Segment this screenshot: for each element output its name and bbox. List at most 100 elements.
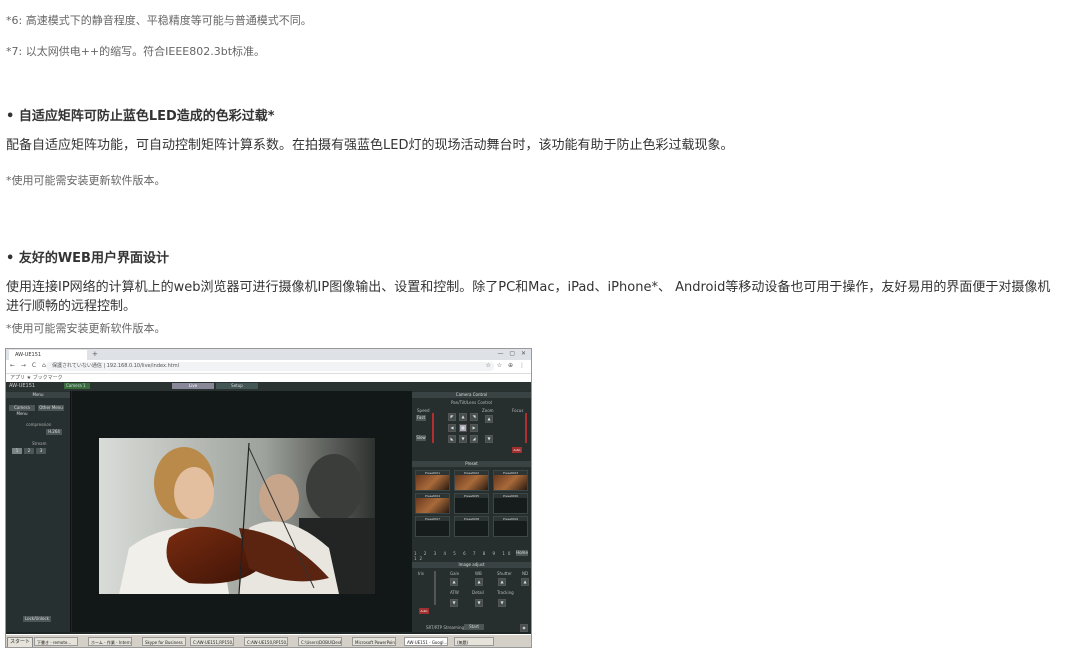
taskbar-item[interactable]: Microsoft PowerPoint...	[352, 637, 396, 646]
preset-6[interactable]: Preset006	[493, 493, 528, 514]
pan-down-button[interactable]: ▼	[459, 435, 467, 443]
zoom-in-button[interactable]: ▲	[485, 415, 493, 423]
section2-body: 使用连接IP网络的计算机上的web浏览器可进行摄像机IP图像输出、设置和控制。除…	[6, 280, 1051, 314]
wb-down-button[interactable]: ▼	[475, 599, 483, 607]
preset-3[interactable]: Preset003	[493, 470, 528, 491]
pan-up-left-button[interactable]: ◤	[448, 413, 456, 421]
browser-tab[interactable]: AW-UE151	[9, 350, 87, 360]
gain-down-button[interactable]: ▼	[450, 599, 458, 607]
preset-label: Preset007	[416, 517, 449, 521]
preset-thumbnail	[494, 475, 527, 490]
preset-4[interactable]: Preset004	[415, 493, 450, 514]
stream-1[interactable]: 1	[12, 448, 22, 454]
preset-thumbnail	[416, 475, 449, 490]
taskbar-item[interactable]: (無題)	[454, 637, 494, 646]
model-label: AW-UE151	[9, 383, 36, 389]
section1-heading: • 自适应矩阵可防止蓝色LED造成的色彩过载*	[6, 109, 275, 124]
wb-up-button[interactable]: ▲	[475, 578, 483, 586]
pan-right-button[interactable]: ▶	[470, 424, 478, 432]
stream-3[interactable]: 3	[36, 448, 46, 454]
preset-9[interactable]: Preset009	[493, 516, 528, 537]
nd-up-button[interactable]: ▲	[521, 578, 529, 586]
left-panel: Menu Camera Menu Other Menu compression …	[6, 391, 71, 632]
shutter-down-button[interactable]: ▼	[498, 599, 506, 607]
pan-up-right-button[interactable]: ◥	[470, 413, 478, 421]
taskbar-item[interactable]: 下書き - remote...	[34, 637, 78, 646]
srt-label: SRT/RTP Streaming	[426, 625, 465, 630]
pan-up-button[interactable]: ▲	[459, 413, 467, 421]
zoom-label: Zoom	[482, 408, 494, 413]
pan-left-button[interactable]: ◀	[448, 424, 456, 432]
preset-2[interactable]: Preset002	[454, 470, 489, 491]
iris-label: Iris	[418, 571, 425, 576]
windows-taskbar: スタート 下書き - remote... ホーム - 作業 - Internet…	[6, 634, 531, 647]
shutter-up-button[interactable]: ▲	[498, 578, 506, 586]
footnote-7: *7: 以太网供电++的缩写。符合IEEE802.3bt标准。	[6, 45, 266, 58]
tab-setup[interactable]: Setup	[216, 383, 258, 389]
shutter-label: Shutter	[497, 571, 512, 576]
atw-label: ATW	[450, 590, 459, 595]
preset-pagination[interactable]: 1 2 3 4 5 6 7 8 9 10 11 12	[414, 551, 529, 561]
pan-down-left-button[interactable]: ◣	[448, 435, 456, 443]
preset-5[interactable]: Preset005	[454, 493, 489, 514]
camera-select[interactable]: Camera 1	[64, 383, 90, 389]
preset-label: Preset008	[455, 517, 488, 521]
srt-start-button[interactable]: Start	[464, 624, 484, 630]
focus-slider[interactable]	[525, 413, 527, 443]
browser-tab-strip: AW-UE151 + — ▢ ✕	[6, 349, 531, 360]
taskbar-item-active[interactable]: AW-UE151 - Googl...	[404, 637, 448, 646]
image-adjust-title: Image adjust	[412, 562, 531, 568]
section2-heading: • 友好的WEB用户界面设计	[6, 251, 169, 266]
focus-auto-button[interactable]: Auto	[512, 447, 522, 453]
browser-toolbar-icons[interactable]: ☆ ☆ ⊕ ⋮	[485, 362, 527, 369]
footnote-6: *6: 高速模式下的静音程度、平稳精度等可能与普通模式不同。	[6, 14, 312, 27]
iris-auto-button[interactable]: Auto	[419, 608, 429, 614]
lock-unlock-button[interactable]: Lock/Unlock	[23, 616, 51, 622]
preset-7[interactable]: Preset007	[415, 516, 450, 537]
other-menu-button[interactable]: Other Menu	[38, 405, 64, 411]
app-topbar: AW-UE151 Camera 1 Live Setup	[6, 382, 531, 391]
pan-down-right-button[interactable]: ◢	[470, 435, 478, 443]
speed-slow-button[interactable]: Slow	[416, 435, 426, 441]
stream-2[interactable]: 2	[24, 448, 34, 454]
taskbar-item[interactable]: Skype for Business	[142, 637, 186, 646]
speed-fast-button[interactable]: Fast	[416, 415, 426, 421]
nav-icons[interactable]: ← → C ⌂	[10, 362, 48, 369]
gain-up-button[interactable]: ▲	[450, 578, 458, 586]
camera-web-app: AW-UE151 Camera 1 Live Setup Menu Camera…	[6, 382, 531, 634]
taskbar-item[interactable]: C:AW-UE151,RP150,...	[190, 637, 234, 646]
pan-tilt-title: Pan/Tilt/Lens Control	[451, 400, 492, 405]
pan-center-button[interactable]: ●	[459, 424, 467, 432]
home-button[interactable]: Home	[516, 550, 528, 556]
taskbar-item[interactable]: C:\Users\DOBU\Desk...	[298, 637, 342, 646]
right-panel: Camera Control Pan/Tilt/Lens Control Spe…	[412, 391, 531, 632]
wb-label: WB	[475, 571, 482, 576]
section1-note: *使用可能需安装更新软件版本。	[6, 174, 166, 187]
preset-title: Preset	[412, 461, 531, 467]
preset-thumbnail	[455, 475, 488, 490]
gain-label: Gain	[450, 571, 460, 576]
taskbar-item[interactable]: C:AW-UE150,RP150,A...	[244, 637, 288, 646]
preset-1[interactable]: Preset001	[415, 470, 450, 491]
tracking-label: Tracking	[497, 590, 514, 595]
iris-slider[interactable]	[434, 571, 436, 605]
compression-label: compression	[26, 422, 52, 427]
camera-menu-button[interactable]: Camera Menu	[9, 405, 35, 416]
speed-slider[interactable]	[432, 413, 434, 443]
menu-title: Menu	[6, 392, 70, 398]
detail-label: Detail	[472, 590, 484, 595]
web-ui-screenshot: AW-UE151 + — ▢ ✕ ← → C ⌂ 保護されていない通信 | 19…	[5, 348, 532, 648]
start-button[interactable]: スタート	[7, 637, 33, 647]
tab-live[interactable]: Live	[172, 383, 214, 389]
bookmarks-bar[interactable]: アプリ ★ ブックマーク	[6, 374, 531, 382]
section1-body: 配备自适应矩阵功能，可自动控制矩阵计算系数。在拍摄有强蓝色LED灯的现场活动舞台…	[6, 138, 734, 153]
stream-label: Stream	[32, 441, 47, 446]
preset-8[interactable]: Preset008	[454, 516, 489, 537]
compression-select[interactable]: H.264	[46, 429, 62, 435]
url-field[interactable]: 保護されていない通信 | 192.168.0.10/live/index.htm…	[46, 362, 494, 371]
zoom-out-button[interactable]: ▼	[485, 435, 493, 443]
new-tab-button[interactable]: +	[92, 349, 98, 360]
taskbar-item[interactable]: ホーム - 作業 - Internet...	[88, 637, 132, 646]
window-buttons[interactable]: — ▢ ✕	[497, 350, 528, 357]
camera-icon[interactable]: ◉	[520, 624, 528, 632]
